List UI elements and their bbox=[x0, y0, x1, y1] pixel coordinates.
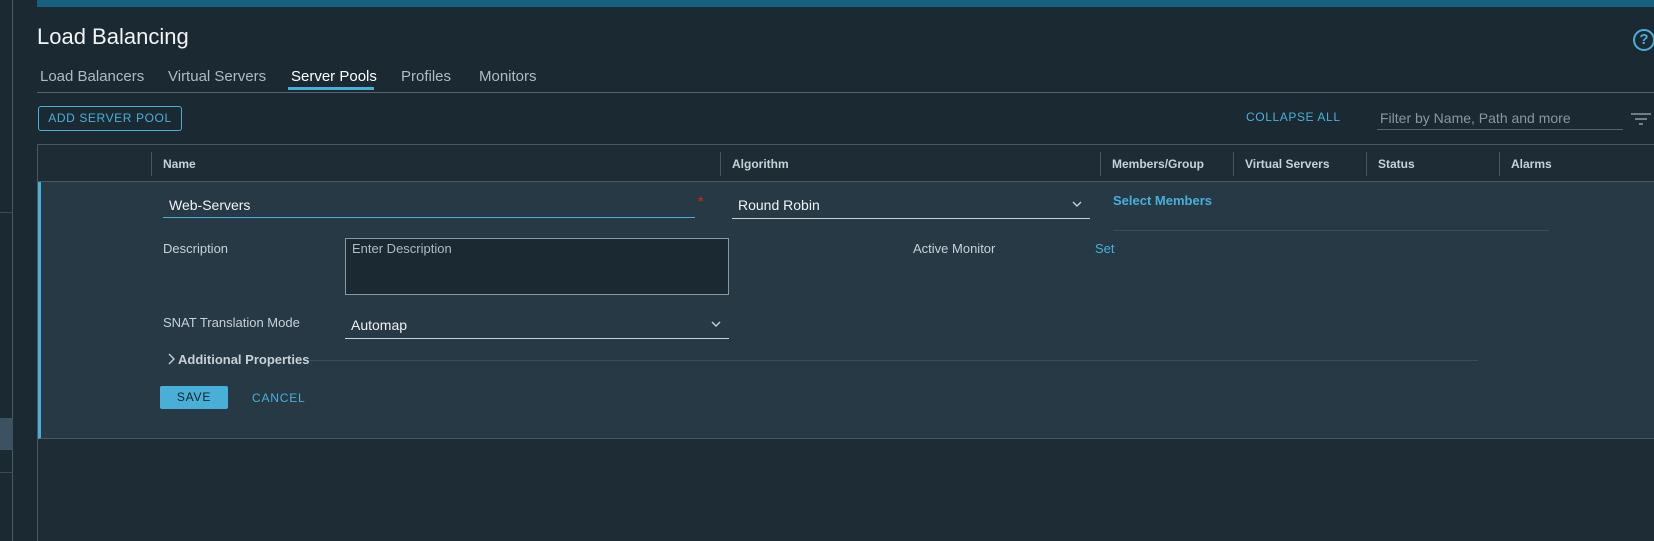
chevron-down-icon bbox=[1072, 201, 1082, 207]
filter-input[interactable] bbox=[1377, 106, 1623, 130]
additional-properties-toggle[interactable]: Additional Properties bbox=[178, 352, 309, 367]
help-icon[interactable]: ? bbox=[1633, 29, 1654, 51]
column-separator bbox=[1100, 152, 1101, 176]
required-indicator: * bbox=[698, 193, 704, 209]
chevron-down-icon bbox=[711, 321, 721, 327]
grid-header: Name Algorithm Members/Group Virtual Ser… bbox=[38, 145, 1654, 182]
tab-profiles[interactable]: Profiles bbox=[401, 68, 451, 85]
filter-icon[interactable] bbox=[1630, 112, 1652, 126]
page-title: Load Balancing bbox=[37, 24, 189, 49]
server-pool-grid: Name Algorithm Members/Group Virtual Ser… bbox=[37, 144, 1654, 541]
tab-bar: Load Balancers Virtual Servers Server Po… bbox=[37, 65, 1654, 93]
rail-divider bbox=[0, 472, 13, 473]
algorithm-value: Round Robin bbox=[738, 197, 820, 213]
column-separator bbox=[1499, 152, 1500, 176]
save-button[interactable]: SAVE bbox=[160, 386, 228, 409]
section-divider bbox=[309, 360, 1478, 361]
set-active-monitor-link[interactable]: Set bbox=[1095, 241, 1115, 256]
description-label: Description bbox=[163, 241, 229, 256]
pool-name-input[interactable] bbox=[163, 192, 695, 218]
tab-monitors[interactable]: Monitors bbox=[479, 68, 537, 85]
row-divider bbox=[1113, 230, 1549, 231]
left-nav-rail bbox=[0, 0, 13, 541]
rail-divider bbox=[0, 212, 13, 213]
column-separator bbox=[1366, 152, 1367, 176]
top-banner-strip bbox=[37, 0, 1654, 7]
chevron-right-icon[interactable] bbox=[167, 353, 175, 365]
algorithm-select[interactable]: Round Robin bbox=[732, 193, 1090, 219]
column-header-name[interactable]: Name bbox=[163, 157, 196, 171]
active-monitor-label: Active Monitor bbox=[913, 241, 996, 256]
column-header-algorithm[interactable]: Algorithm bbox=[732, 157, 789, 171]
active-tab-indicator bbox=[288, 87, 374, 90]
column-header-status[interactable]: Status bbox=[1378, 157, 1415, 171]
collapse-all-button[interactable]: COLLAPSE ALL bbox=[1246, 110, 1341, 124]
column-separator bbox=[1233, 152, 1234, 176]
add-server-pool-button[interactable]: ADD SERVER POOL bbox=[38, 106, 182, 131]
column-separator bbox=[151, 152, 152, 176]
tab-load-balancers[interactable]: Load Balancers bbox=[40, 68, 144, 85]
description-textarea[interactable] bbox=[345, 238, 729, 295]
cancel-button[interactable]: CANCEL bbox=[252, 391, 305, 405]
snat-mode-value: Automap bbox=[351, 317, 408, 333]
tab-server-pools[interactable]: Server Pools bbox=[291, 68, 377, 85]
column-separator bbox=[720, 152, 721, 176]
server-pool-edit-row: * Round Robin Select Members Description… bbox=[38, 182, 1654, 439]
select-members-link[interactable]: Select Members bbox=[1113, 193, 1212, 208]
snat-mode-label: SNAT Translation Mode bbox=[163, 315, 300, 330]
tab-virtual-servers[interactable]: Virtual Servers bbox=[168, 68, 266, 85]
rail-selected-item[interactable] bbox=[0, 418, 13, 450]
column-header-virtual-servers[interactable]: Virtual Servers bbox=[1245, 157, 1330, 171]
column-header-alarms[interactable]: Alarms bbox=[1511, 157, 1552, 171]
snat-mode-select[interactable]: Automap bbox=[345, 313, 729, 339]
column-header-members[interactable]: Members/Group bbox=[1112, 157, 1204, 171]
